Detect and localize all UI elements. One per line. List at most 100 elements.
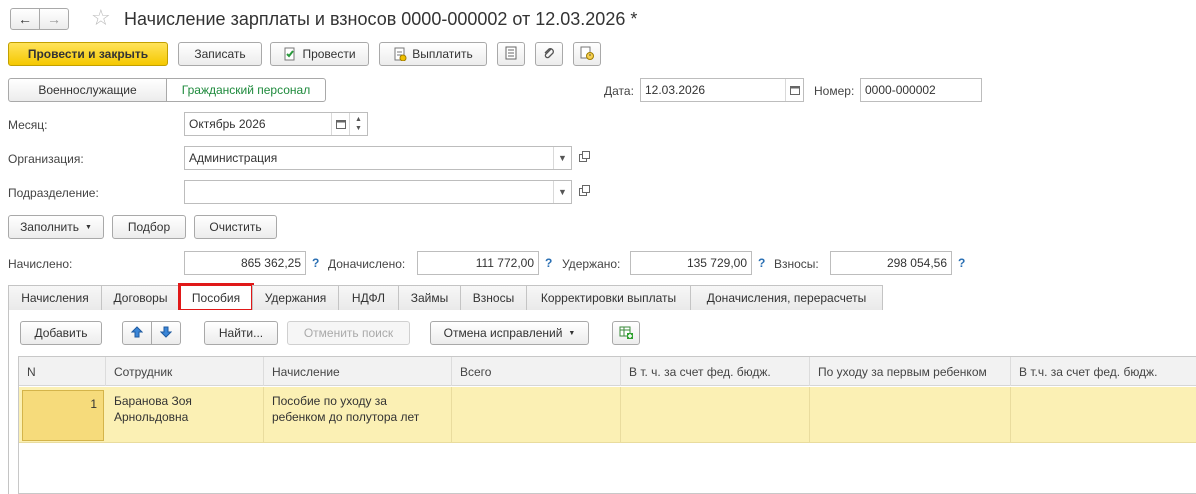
open-window-icon: [578, 185, 590, 199]
accrual-line2: ребенком до полутора лет: [272, 410, 420, 424]
pick-button[interactable]: Подбор: [112, 215, 186, 239]
pay-button[interactable]: Выплатить: [379, 42, 487, 66]
month-stepper[interactable]: ▲ ▼: [349, 113, 367, 135]
total-cell[interactable]: [452, 387, 621, 443]
open-organization-button[interactable]: [574, 146, 594, 170]
mode-civil-button[interactable]: Гражданский персонал: [166, 78, 326, 102]
chevron-up-icon[interactable]: ▲: [355, 115, 362, 124]
month-label: Месяц:: [8, 118, 48, 132]
organization-field[interactable]: Администрация ▼: [184, 146, 572, 170]
contributions-field: 298 054,56: [830, 251, 952, 275]
move-up-button[interactable]: [122, 321, 152, 345]
tab-loans[interactable]: Займы: [398, 285, 461, 310]
pay-document-icon: [393, 47, 407, 61]
post-and-close-button[interactable]: Провести и закрыть: [8, 42, 168, 66]
tab-accruals[interactable]: Начисления: [8, 285, 102, 310]
number-value: 0000-000002: [865, 83, 936, 97]
accrued-label: Начислено:: [8, 257, 73, 271]
cancel-corrections-label: Отмена исправлений: [443, 326, 563, 340]
move-down-button[interactable]: [151, 321, 181, 345]
organization-value: Администрация: [189, 151, 278, 165]
cancel-search-button[interactable]: Отменить поиск: [287, 321, 410, 345]
dropdown-icon[interactable]: ▼: [553, 181, 571, 203]
forward-button[interactable]: →: [39, 8, 69, 30]
column-header-first-child[interactable]: По уходу за первым ребенком: [810, 357, 1011, 386]
employee-name-line1: Баранова Зоя: [114, 394, 192, 408]
column-header-fed-budget[interactable]: В т. ч. за счет фед. бюдж.: [621, 357, 810, 386]
employee-cell[interactable]: Баранова Зоя Арнольдовна: [106, 387, 264, 443]
withheld-label: Удержано:: [562, 257, 621, 271]
column-header-total[interactable]: Всего: [452, 357, 621, 386]
tab-benefits[interactable]: Пособия: [178, 283, 254, 312]
accrued-field: 865 362,25: [184, 251, 306, 275]
column-header-employee[interactable]: Сотрудник: [106, 357, 264, 386]
post-button-label: Провести: [302, 47, 356, 61]
extra-accrued-label: Доначислено:: [328, 257, 406, 271]
tab-contributions[interactable]: Взносы: [460, 285, 527, 310]
tab-deductions[interactable]: Удержания: [252, 285, 339, 310]
calendar-icon[interactable]: [785, 79, 803, 101]
tab-ndfl[interactable]: НДФЛ: [338, 285, 399, 310]
print-forms-button[interactable]: [573, 42, 601, 66]
first-child-cell[interactable]: [810, 387, 1011, 443]
contributions-value: 298 054,56: [886, 256, 947, 270]
month-field[interactable]: Октябрь 2026 ▲ ▼: [184, 112, 368, 136]
date-value: 12.03.2026: [645, 83, 706, 97]
number-field[interactable]: 0000-000002: [860, 78, 982, 102]
withheld-value: 135 729,00: [686, 256, 747, 270]
date-field[interactable]: 12.03.2026: [640, 78, 804, 102]
extra-accrued-help-icon[interactable]: ?: [545, 256, 552, 270]
extra-accrued-field: 111 772,00: [417, 251, 539, 275]
chevron-down-icon[interactable]: ▼: [355, 124, 362, 133]
accrual-line1: Пособие по уходу за: [272, 394, 387, 408]
column-header-fed-budget-2[interactable]: В т.ч. за счет фед. бюдж.: [1011, 357, 1196, 386]
department-field[interactable]: ▼: [184, 180, 572, 204]
contributions-help-icon[interactable]: ?: [958, 256, 965, 270]
column-header-n[interactable]: N: [19, 357, 106, 386]
column-header-accrual[interactable]: Начисление: [264, 357, 452, 386]
month-value: Октябрь 2026: [189, 117, 266, 131]
employee-name-line2: Арнольдовна: [114, 410, 189, 424]
arrow-left-icon: ←: [18, 11, 32, 27]
row-number-cell[interactable]: 1: [22, 390, 104, 441]
add-button[interactable]: Добавить: [20, 321, 102, 345]
cancel-corrections-button[interactable]: Отмена исправлений ▼: [430, 321, 589, 345]
post-button[interactable]: Провести: [270, 42, 369, 66]
attach-button[interactable]: [535, 42, 563, 66]
dropdown-icon[interactable]: ▼: [553, 147, 571, 169]
tab-recalculations[interactable]: Доначисления, перерасчеты: [690, 285, 883, 310]
clear-button[interactable]: Очистить: [194, 215, 277, 239]
fed-budget-cell[interactable]: [621, 387, 810, 443]
pay-button-label: Выплатить: [412, 47, 473, 61]
save-button[interactable]: Записать: [178, 42, 262, 66]
find-button[interactable]: Найти...: [204, 321, 278, 345]
post-document-icon: [283, 47, 297, 61]
fed-budget-2-cell[interactable]: [1011, 387, 1196, 443]
arrow-up-icon: [130, 325, 144, 341]
fill-button[interactable]: Заполнить ▼: [8, 215, 104, 239]
department-label: Подразделение:: [8, 186, 99, 200]
back-button[interactable]: ←: [10, 8, 40, 30]
withheld-help-icon[interactable]: ?: [758, 256, 765, 270]
tab-contracts[interactable]: Договоры: [101, 285, 180, 310]
date-label: Дата:: [604, 84, 634, 98]
accrued-help-icon[interactable]: ?: [312, 256, 319, 270]
fill-button-label: Заполнить: [20, 220, 79, 234]
extra-accrued-value: 111 772,00: [475, 256, 534, 270]
dropdown-icon: ▼: [84, 223, 92, 231]
mode-military-button[interactable]: Военнослужащие: [8, 78, 167, 102]
accrued-value: 865 362,25: [240, 256, 301, 270]
table-add-icon: [619, 325, 633, 342]
paperclip-icon: [543, 46, 555, 63]
organization-label: Организация:: [8, 152, 84, 166]
number-label: Номер:: [814, 84, 855, 98]
report-button[interactable]: [497, 42, 525, 66]
tab-payment-corrections[interactable]: Корректировки выплаты: [526, 285, 691, 310]
calendar-icon[interactable]: [331, 113, 349, 135]
add-table-button[interactable]: [612, 321, 640, 345]
accrual-cell[interactable]: Пособие по уходу за ребенком до полутора…: [264, 387, 452, 443]
arrow-down-icon: [159, 326, 173, 341]
open-department-button[interactable]: [574, 180, 594, 204]
favorite-star-icon[interactable]: ☆: [91, 6, 111, 30]
open-window-icon: [578, 151, 590, 165]
